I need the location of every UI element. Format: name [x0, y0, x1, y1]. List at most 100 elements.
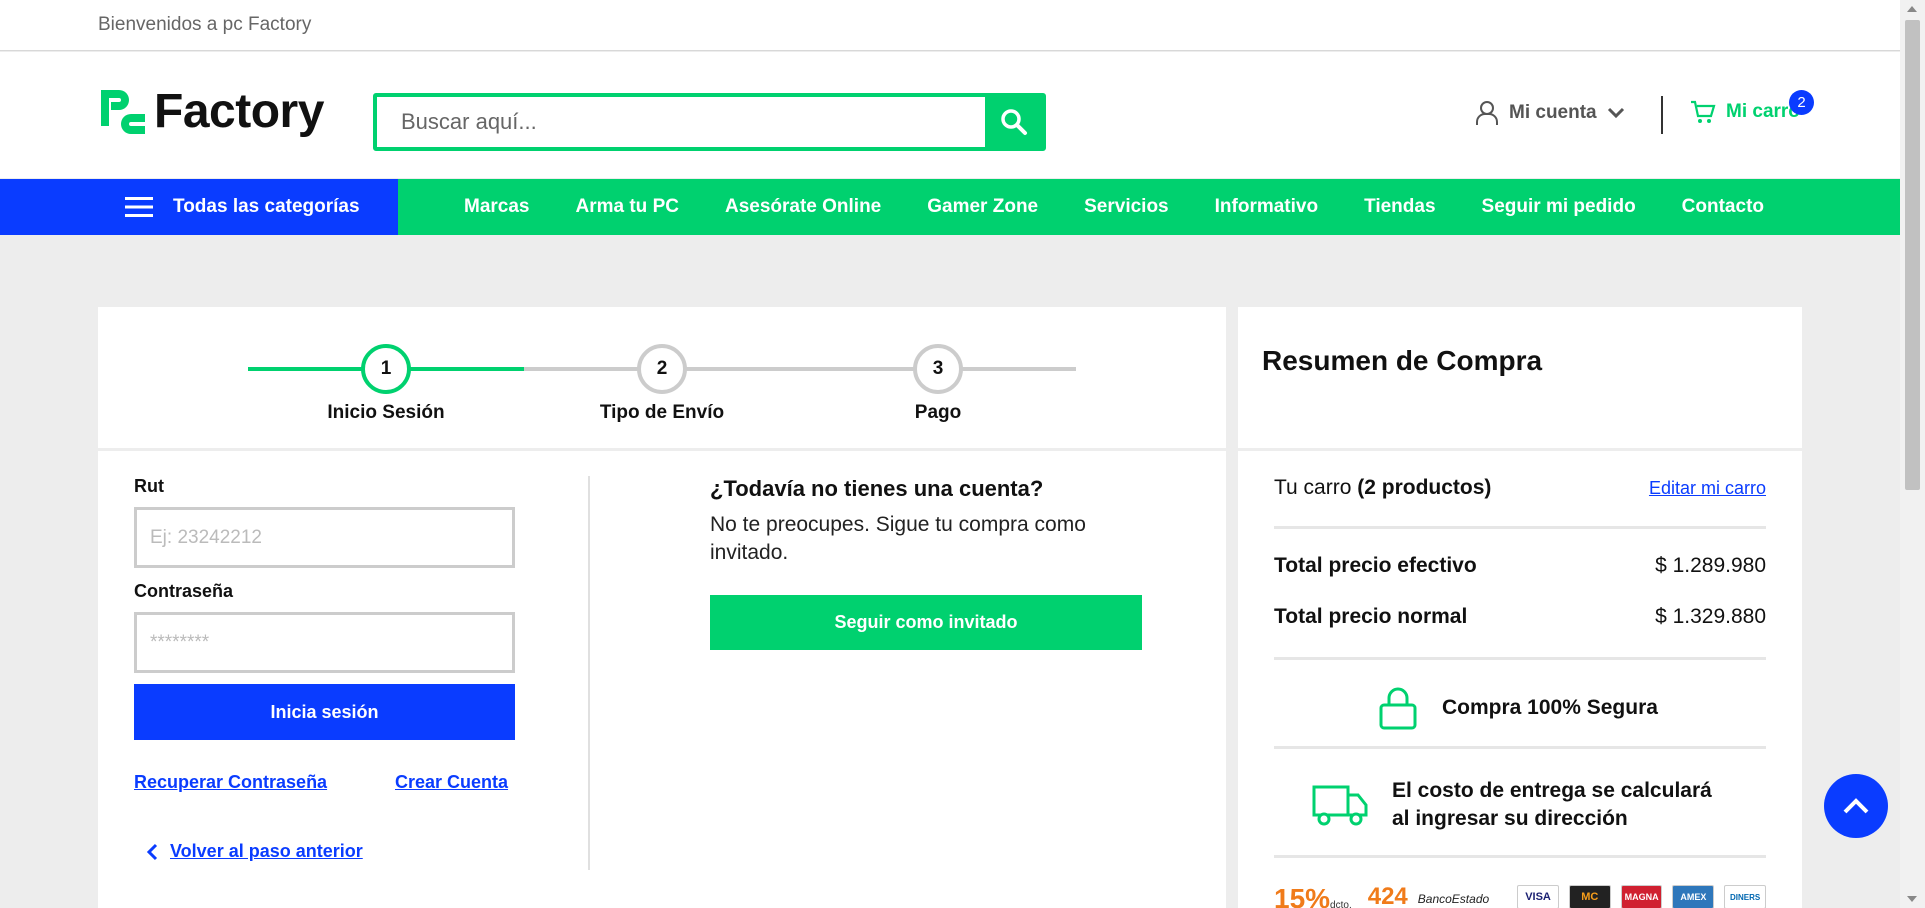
summary-panel: Tu carro (2 productos) Editar mi carro T… — [1238, 451, 1802, 908]
lock-icon — [1379, 687, 1417, 730]
step-1-label: Inicio Sesión — [327, 402, 445, 423]
nav-link-arma-tu-pc[interactable]: Arma tu PC — [576, 196, 679, 218]
edit-cart-link[interactable]: Editar mi carro — [1649, 478, 1766, 499]
secure-purchase-text: Compra 100% Segura — [1442, 696, 1658, 719]
header: Factory Mi cuenta Mi carro 2 — [0, 52, 1900, 178]
nav-link-marcas[interactable]: Marcas — [464, 196, 530, 218]
step-remaining-line — [524, 367, 1076, 371]
main-nav: Todas las categorías Marcas Arma tu PC A… — [0, 179, 1900, 235]
truck-icon — [1312, 785, 1368, 826]
rut-label: Rut — [134, 476, 164, 496]
scroll-to-top-button[interactable] — [1824, 774, 1888, 838]
discount-15-note: dcto. — [1330, 900, 1352, 908]
cart-icon — [1691, 100, 1716, 123]
scroll-up-arrow-icon[interactable] — [1907, 6, 1917, 12]
guest-title: ¿Todavía no tienes una cuenta? — [710, 476, 1044, 501]
cart-summary-row: Tu carro (2 productos) Editar mi carro — [1274, 476, 1766, 500]
summary-divider-4 — [1274, 855, 1766, 858]
nav-link-asesorate-online[interactable]: Asesórate Online — [725, 196, 881, 218]
page-scrollbar[interactable] — [1900, 0, 1925, 908]
discount-15-value: 15% — [1274, 885, 1331, 908]
hamburger-icon — [125, 197, 153, 217]
back-step-link[interactable]: Volver al paso anterior — [146, 841, 363, 862]
account-label: Mi cuenta — [1509, 102, 1597, 123]
rut-input[interactable] — [150, 526, 512, 549]
nav-link-gamer-zone[interactable]: Gamer Zone — [927, 196, 1038, 218]
step-1-circle: 1 — [361, 344, 411, 394]
summary-header: Resumen de Compra — [1238, 307, 1802, 448]
password-label: Contraseña — [134, 581, 234, 601]
welcome-bar: Bienvenidos a pc Factory — [0, 0, 1900, 51]
login-divider — [588, 476, 590, 870]
header-divider — [1661, 96, 1663, 134]
search-icon — [1001, 109, 1027, 135]
secure-purchase: Compra 100% Segura — [1378, 686, 1658, 730]
cart-button[interactable]: Mi carro 2 — [1690, 90, 1814, 124]
chevron-left-icon — [146, 843, 158, 860]
cart-summary-prefix: Tu carro — [1274, 476, 1352, 499]
guest-checkout-button[interactable]: Seguir como invitado — [710, 595, 1142, 650]
nav-link-seguir-pedido[interactable]: Seguir mi pedido — [1482, 196, 1636, 218]
step-2-label: Tipo de Envío — [599, 402, 725, 423]
delivery-text: El costo de entrega se calculará al ingr… — [1392, 777, 1712, 833]
discount-badge-15: 15%dcto. — [1274, 885, 1352, 908]
categories-label: Todas las categorías — [173, 196, 360, 217]
cash-price-label: Total precio efectivo — [1274, 554, 1477, 577]
summary-divider-2 — [1274, 657, 1766, 660]
login-panel: Rut Contraseña Inicia sesión Recuperar C… — [98, 451, 1226, 908]
mastercard-logo: MC — [1568, 885, 1611, 908]
payment-methods: 15%dcto. 424 BancoEstado VISA MC MAGNA A… — [1274, 885, 1766, 908]
bancoestado-logo: BancoEstado — [1417, 892, 1490, 906]
user-icon — [1476, 101, 1498, 125]
normal-price-value: $ 1.329.880 — [1655, 605, 1766, 628]
delivery-line-1: El costo de entrega se calculará — [1392, 779, 1712, 802]
cash-price-value: $ 1.289.980 — [1655, 554, 1766, 577]
rut-field-box — [134, 507, 515, 568]
normal-price-row: Total precio normal $ 1.329.880 — [1274, 605, 1766, 629]
normal-price-label: Total precio normal — [1274, 605, 1468, 628]
nav-link-contacto[interactable]: Contacto — [1682, 196, 1764, 218]
back-step-label: Volver al paso anterior — [170, 841, 363, 861]
scrollbar-thumb[interactable] — [1905, 20, 1920, 490]
diners-logo: DINERS — [1724, 885, 1766, 908]
welcome-text: Bienvenidos a pc Factory — [98, 14, 312, 35]
account-menu[interactable]: Mi cuenta — [1475, 100, 1625, 126]
summary-divider-1 — [1274, 526, 1766, 529]
nav-link-servicios[interactable]: Servicios — [1084, 196, 1169, 218]
nav-link-informativo[interactable]: Informativo — [1215, 196, 1318, 218]
visa-logo: VISA — [1517, 885, 1559, 908]
nav-links: Marcas Arma tu PC Asesórate Online Gamer… — [441, 179, 1787, 235]
cash-price-row: Total precio efectivo $ 1.289.980 — [1274, 554, 1766, 578]
password-field-box — [134, 612, 515, 673]
magna-logo: MAGNA — [1620, 885, 1663, 908]
create-account-link[interactable]: Crear Cuenta — [395, 772, 508, 793]
search-input[interactable] — [377, 97, 985, 147]
nav-link-tiendas[interactable]: Tiendas — [1364, 196, 1435, 218]
guest-text: No te preocupes. Sigue tu compra como in… — [710, 513, 1086, 564]
chevron-down-icon — [1607, 107, 1624, 119]
step-3-number: 3 — [932, 358, 944, 379]
step-2-number: 2 — [656, 358, 668, 379]
delivery-line-2: al ingresar su dirección — [1392, 807, 1628, 830]
scroll-down-arrow-icon[interactable] — [1907, 896, 1917, 902]
checkout-steps: 1 Inicio Sesión 2 Tipo de Envío 3 Pago — [98, 307, 1226, 448]
pc-logo-icon — [101, 90, 145, 134]
step-1-number: 1 — [380, 358, 392, 379]
cart-summary-count: (2 productos) — [1357, 476, 1492, 499]
step-3-label: Pago — [914, 402, 962, 423]
cart-summary-text: Tu carro (2 productos) — [1274, 476, 1491, 500]
search-button[interactable] — [985, 97, 1043, 147]
login-button[interactable]: Inicia sesión — [134, 684, 515, 740]
recover-password-link[interactable]: Recuperar Contraseña — [134, 772, 327, 793]
search-bar — [373, 93, 1046, 151]
cart-count-badge: 2 — [1789, 90, 1814, 115]
step-3-circle: 3 — [913, 344, 963, 394]
step-2-circle: 2 — [637, 344, 687, 394]
categories-button[interactable]: Todas las categorías — [0, 179, 398, 235]
logo[interactable]: Factory — [97, 86, 324, 138]
delivery-info: El costo de entrega se calculará al ingr… — [1312, 777, 1712, 833]
password-input[interactable] — [150, 631, 512, 654]
chevron-up-icon — [1843, 798, 1869, 814]
summary-divider-3 — [1274, 746, 1766, 749]
discount-badge-424: 424 — [1367, 885, 1408, 908]
